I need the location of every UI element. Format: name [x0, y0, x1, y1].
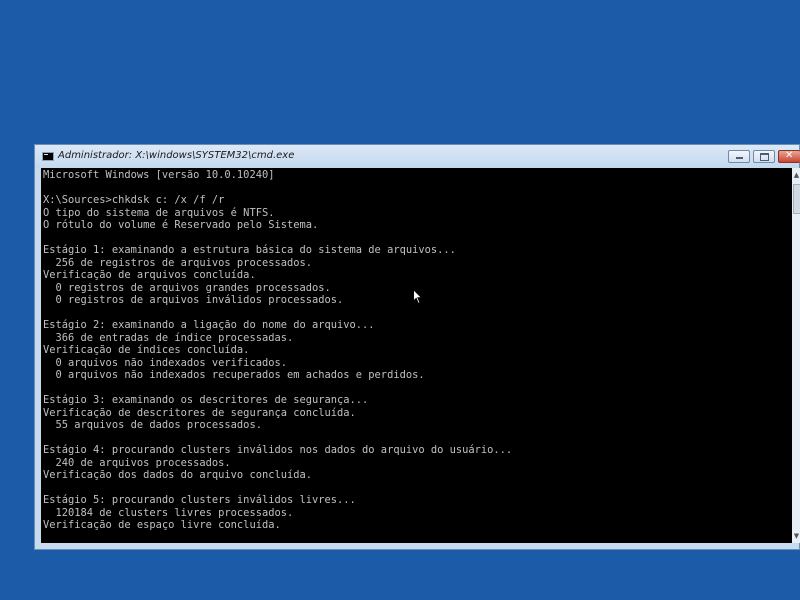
scroll-up-arrow-icon[interactable]: ▲: [792, 168, 800, 182]
window-title: Administrador: X:\windows\SYSTEM32\cmd.e…: [58, 150, 295, 161]
scroll-down-arrow-icon[interactable]: ▼: [792, 529, 800, 543]
minimize-button[interactable]: [728, 150, 750, 163]
close-button[interactable]: [778, 150, 800, 163]
vertical-scrollbar[interactable]: ▲ ▼: [792, 168, 800, 543]
scrollbar-thumb[interactable]: [793, 184, 800, 214]
cmd-window[interactable]: Administrador: X:\windows\SYSTEM32\cmd.e…: [34, 144, 800, 550]
cmd-app-icon[interactable]: [42, 152, 54, 161]
console-output-area[interactable]: Microsoft Windows [versão 10.0.10240] X:…: [41, 168, 792, 543]
title-bar[interactable]: Administrador: X:\windows\SYSTEM32\cmd.e…: [35, 145, 800, 168]
console-text: Microsoft Windows [versão 10.0.10240] X:…: [43, 169, 513, 531]
maximize-button[interactable]: [753, 150, 775, 163]
